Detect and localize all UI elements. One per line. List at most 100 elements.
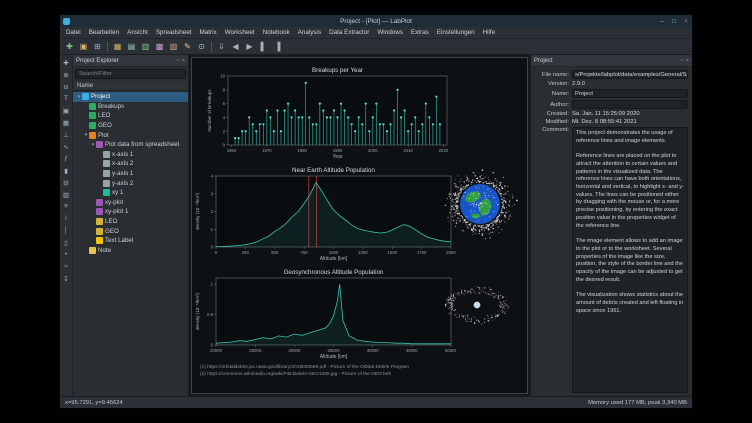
new-matrix-icon[interactable]: ▩ [153, 40, 166, 53]
worksheet-toolbar: ✚ ⊕ ⊖ T ▣ ▦ ⊥ ∿ ƒ ▮ ⊟ ▥ ≡ i │ ▯ • ≈ ↧ [60, 55, 73, 396]
menu-matrix[interactable]: Matrix [196, 29, 221, 36]
menu-bearbeiten[interactable]: Bearbeiten [85, 29, 123, 36]
tree-item-geo[interactable]: GEO [73, 121, 188, 131]
panel-header-icons: ▫ × [681, 58, 689, 64]
open-file-icon[interactable]: ▣ [77, 40, 90, 53]
svg-text:0: 0 [211, 343, 214, 348]
desktop-background: Project - [Plot] — LabPlot –□× DateiBear… [0, 0, 752, 423]
float-panel-icon[interactable]: ▫ [177, 58, 179, 64]
property-value-version: 2.9.0 [572, 81, 688, 87]
close-panel-icon[interactable]: × [182, 58, 185, 64]
legend-icon[interactable]: ≡ [62, 202, 71, 211]
plot-near-earth-altitude[interactable]: Near Earth Altitude Population0250500750… [194, 164, 456, 262]
menu-spreadsheet[interactable]: Spreadsheet [152, 29, 196, 36]
new-workbook-icon[interactable]: ▤ [125, 40, 138, 53]
barplot-icon[interactable]: ▥ [62, 190, 71, 199]
search-filter-input[interactable] [75, 69, 186, 79]
image-icon[interactable]: ▣ [62, 106, 71, 115]
maximize-button[interactable]: □ [668, 15, 680, 27]
navigate-back-icon[interactable]: ◀ [229, 40, 242, 53]
tree-item-xy-plot-1[interactable]: xy-plot 1 [73, 207, 188, 217]
menu-worksheet[interactable]: Worksheet [221, 29, 259, 36]
property-value-file-name[interactable]: s/Projekte/labplot/data/examples/General… [572, 70, 688, 79]
plot-area-icon[interactable]: ▦ [62, 118, 71, 127]
svg-text:30000: 30000 [288, 348, 301, 353]
tree-item-leo[interactable]: LEO [73, 217, 188, 227]
property-row-modified: Modified:Mi. Dez. 8 08:55:41 2021 [535, 119, 688, 125]
comment-text[interactable]: This project demonstrates the usage of r… [572, 127, 688, 393]
property-value-author[interactable] [572, 100, 688, 109]
zoom-out-icon[interactable]: ⊖ [62, 82, 71, 91]
xy-curve-icon[interactable]: ∿ [62, 142, 71, 151]
tree-item-xy-1[interactable]: xy 1 [73, 188, 188, 198]
tree-item-leo[interactable]: LEO [73, 111, 188, 121]
tree-item-geo[interactable]: GEO [73, 226, 188, 236]
tree-item-xy-plot[interactable]: xy-plot [73, 198, 188, 208]
menu-windows[interactable]: Windows [373, 29, 407, 36]
menu-ansicht[interactable]: Ansicht [123, 29, 152, 36]
tree-column-header[interactable]: Name [73, 81, 188, 91]
close-panel-icon[interactable]: × [686, 58, 689, 64]
navigate-icon[interactable]: ✚ [62, 58, 71, 67]
geo-debris-ring-image[interactable] [444, 284, 510, 326]
new-file-icon[interactable]: ✚ [63, 40, 76, 53]
menu-einstellungen[interactable]: Einstellungen [433, 29, 479, 36]
plot-breakups-per-year[interactable]: Breakups per Year19601970198019902000201… [206, 64, 452, 160]
new-folder-icon[interactable]: ▦ [111, 40, 124, 53]
project-explorer-header[interactable]: Project Explorer ▫ × [73, 55, 188, 67]
tree-item-x-axis-1[interactable]: x-axis 1 [73, 150, 188, 160]
new-datapicker-icon[interactable]: ⊙ [195, 40, 208, 53]
custom-point-icon[interactable]: • [62, 250, 71, 259]
export-icon[interactable]: ↧ [62, 274, 71, 283]
boxplot-icon[interactable]: ⊟ [62, 178, 71, 187]
title-bar[interactable]: Project - [Plot] — LabPlot –□× [60, 15, 692, 27]
equation-curve-icon[interactable]: ƒ [62, 154, 71, 163]
tree-item-label: GEO [98, 122, 112, 129]
zoom-in-icon[interactable]: ⊕ [62, 70, 71, 79]
tree-item-breakups[interactable]: Breakups [73, 102, 188, 112]
tree-item-text-label[interactable]: Text Label [73, 236, 188, 246]
text-label-icon[interactable]: T [62, 94, 71, 103]
float-panel-icon[interactable]: ▫ [681, 58, 683, 64]
axis-icon[interactable]: ⊥ [62, 130, 71, 139]
toggle-properties-icon[interactable]: ▐ [271, 40, 284, 53]
histogram-icon[interactable]: ▮ [62, 166, 71, 175]
menu-hilfe[interactable]: Hilfe [479, 29, 500, 36]
new-worksheet-icon[interactable]: ▧ [167, 40, 180, 53]
plot-geosynchronous-altitude[interactable]: Geosynchronous Altitude Population200002… [194, 266, 456, 360]
navigate-forward-icon[interactable]: ▶ [243, 40, 256, 53]
toggle-project-explorer-icon[interactable]: ▌ [257, 40, 270, 53]
menu-data-extractor[interactable]: Data Extractor [325, 29, 373, 36]
property-value-name[interactable]: Project [572, 89, 688, 98]
tree-item-label: xy-plot 1 [105, 208, 128, 215]
svg-text:Geosynchronous Altitude Popula: Geosynchronous Altitude Population [284, 269, 384, 276]
image-icon [96, 228, 103, 235]
tree-item-plot-data-from-spreadsheet[interactable]: ▾Plot data from spreadsheet [73, 140, 188, 150]
import-data-icon[interactable]: ⇓ [215, 40, 228, 53]
menu-notebook[interactable]: Notebook [259, 29, 294, 36]
tree-item-project[interactable]: ▾Project [73, 92, 188, 102]
menu-extras[interactable]: Extras [407, 29, 433, 36]
tree-item-plot[interactable]: ▾Plot [73, 130, 188, 140]
spreadsheet-icon [89, 103, 96, 110]
tree-item-x-axis-2[interactable]: x-axis 2 [73, 159, 188, 169]
properties-header[interactable]: Project ▫ × [531, 55, 692, 67]
menu-datei[interactable]: Datei [62, 29, 85, 36]
earth-debris-image[interactable] [442, 166, 518, 242]
tree-item-note[interactable]: Note [73, 246, 188, 256]
tree-item-y-axis-2[interactable]: y-axis 2 [73, 178, 188, 188]
reference-line-icon[interactable]: │ [62, 226, 71, 235]
close-button[interactable]: × [680, 15, 692, 27]
tree-item-y-axis-1[interactable]: y-axis 1 [73, 169, 188, 179]
new-notebook-icon[interactable]: ✎ [181, 40, 194, 53]
minimize-button[interactable]: – [656, 15, 668, 27]
reference-range-icon[interactable]: ▯ [62, 238, 71, 247]
worksheet[interactable]: Breakups per Year19601970198019902000201… [191, 57, 528, 394]
save-file-icon[interactable]: ⊞ [91, 40, 104, 53]
info-element-icon[interactable]: i [62, 214, 71, 223]
project-properties-panel: Project ▫ × File name:s/Projekte/labplot… [530, 55, 692, 396]
menu-analysis[interactable]: Analysis [294, 29, 325, 36]
status-bar: x=95.7291, y=9.45624 Memory used 177 MB,… [60, 396, 692, 408]
fit-icon[interactable]: ≈ [62, 262, 71, 271]
new-spreadsheet-icon[interactable]: ▥ [139, 40, 152, 53]
